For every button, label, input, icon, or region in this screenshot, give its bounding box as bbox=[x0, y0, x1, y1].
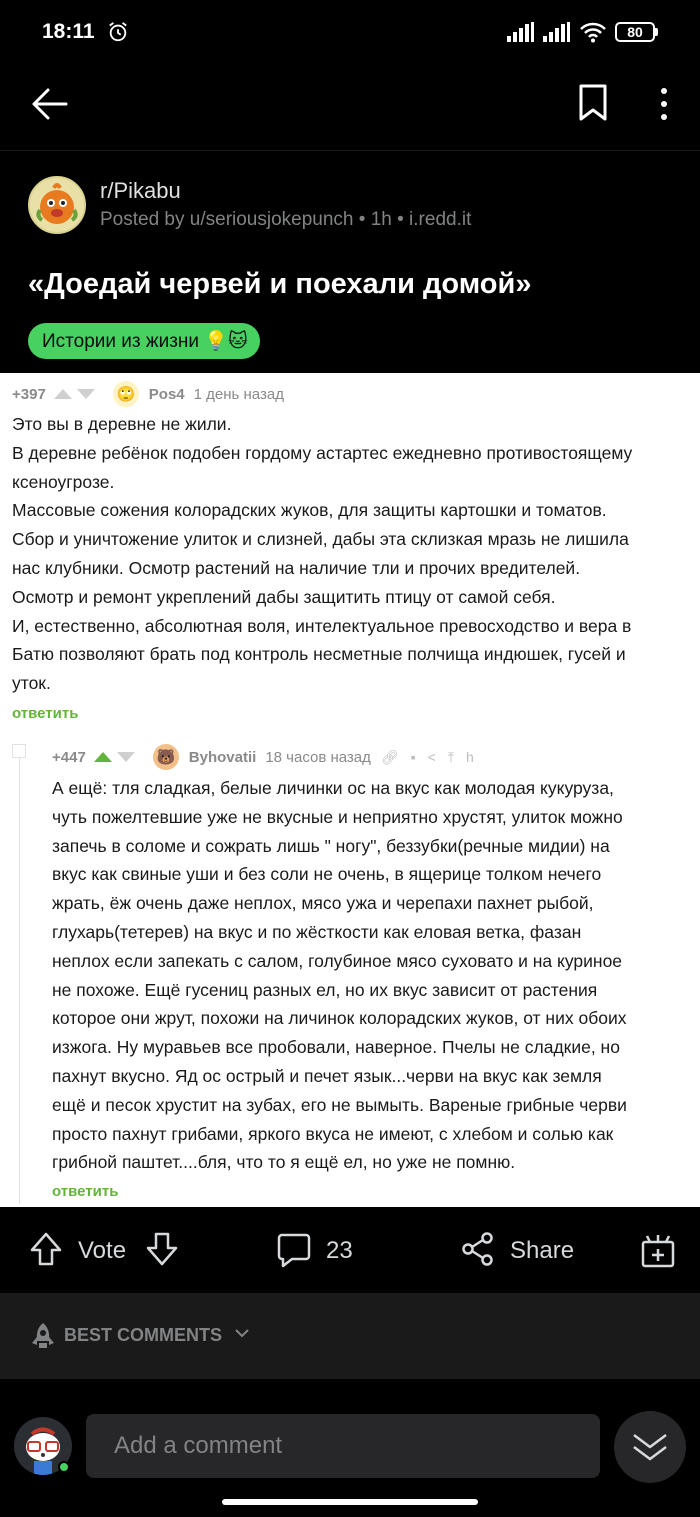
upvote-icon bbox=[53, 389, 72, 399]
share-icon[interactable] bbox=[460, 1231, 496, 1267]
link-icon: 🔗︎ bbox=[380, 748, 399, 765]
downvote-icon bbox=[76, 389, 95, 399]
comment-line: Это вы в деревне не жили. bbox=[12, 414, 232, 434]
wifi-icon bbox=[580, 22, 606, 43]
comment-line: А ещё: тля сладкая, белые личинки ос на … bbox=[52, 778, 614, 798]
comment-line: неплох если запекать с салом, голубиное … bbox=[52, 950, 623, 971]
post-title: «Доедай червей и поехали домой» bbox=[28, 268, 532, 300]
comment-line: запечь в соломе и сожрать лишь " ногу", … bbox=[52, 835, 610, 856]
chevron-down-icon[interactable] bbox=[234, 1327, 250, 1339]
thread-line bbox=[19, 758, 20, 1204]
comment-line: которое они жрут, похожи на личинок коло… bbox=[52, 1008, 627, 1029]
comment-composer: Add a comment bbox=[0, 1379, 700, 1517]
jump-up-icon: ⤒ bbox=[447, 748, 455, 765]
double-chevron-down-icon bbox=[633, 1434, 667, 1461]
battery-level: 80 bbox=[615, 22, 655, 42]
post-header: r/Pikabu Posted by u/seriousjokepunch • … bbox=[28, 176, 471, 234]
post-flair[interactable]: Истории из жизни 💡🐱 bbox=[28, 323, 260, 359]
battery-indicator: 80 bbox=[615, 22, 658, 42]
battery-tip bbox=[655, 28, 658, 36]
post-image[interactable]: +397 🙄 Pos4 1 день назад Это вы в деревн… bbox=[0, 373, 700, 1207]
divider bbox=[0, 150, 700, 151]
jump-to-next-button[interactable] bbox=[614, 1411, 686, 1483]
comment-line: Осмотр и ремонт укреплений дабы защитить… bbox=[12, 586, 556, 607]
status-time: 18:11 bbox=[42, 20, 95, 43]
comment-line: глухарь(тетерев) на вкус и по жёсткости … bbox=[52, 921, 582, 942]
subreddit-avatar[interactable] bbox=[28, 176, 86, 234]
sort-label[interactable]: BEST COMMENTS bbox=[64, 1325, 222, 1346]
rocket-icon bbox=[32, 1323, 54, 1348]
more-options-icon[interactable] bbox=[654, 84, 674, 124]
add-comment-input[interactable]: Add a comment bbox=[86, 1414, 600, 1478]
bookmark-icon[interactable] bbox=[578, 84, 608, 122]
comment-score: +397 bbox=[12, 385, 46, 403]
downvote-icon bbox=[116, 752, 135, 762]
app-bar bbox=[0, 64, 700, 150]
comment-time: 1 день назад bbox=[193, 385, 284, 403]
home-indicator[interactable] bbox=[222, 1499, 478, 1505]
comment-line: Массовые сожения колорадских жуков, для … bbox=[12, 500, 607, 521]
comment-line: жрать, ёж очень даже неплох, мясо ужа и … bbox=[52, 893, 594, 914]
comment-line: И, естественно, абсолютная воля, интелек… bbox=[12, 615, 632, 636]
share-label[interactable]: Share bbox=[510, 1237, 574, 1265]
downvote-icon[interactable] bbox=[144, 1231, 180, 1267]
reply-link: ответить bbox=[52, 1183, 119, 1200]
back-arrow-icon[interactable] bbox=[30, 84, 70, 124]
share-icon: < bbox=[427, 748, 436, 765]
signal-icon bbox=[507, 22, 534, 42]
avatar: 🐻 bbox=[152, 744, 179, 770]
signal-icon bbox=[543, 22, 570, 42]
comment-line: пахнут вкусно. Яд ос острый и печет язык… bbox=[52, 1065, 602, 1086]
upvote-icon[interactable] bbox=[28, 1231, 64, 1267]
comment-body: А ещё: тля сладкая, белые личинки ос на … bbox=[52, 774, 627, 1177]
comment-line: изжога. Ну муравьев все пробовали, навер… bbox=[52, 1037, 620, 1058]
comment-author: Byhovatii bbox=[188, 748, 257, 766]
comment-line: не похоже. Ещё гусениц разных ел, но их … bbox=[52, 979, 598, 1000]
upvote-icon bbox=[93, 752, 112, 762]
comment-line: просто пахнут грибами, яркого вкуса не и… bbox=[52, 1123, 614, 1144]
comment-line: чуть пожелтевшие уже не вкусные и неприя… bbox=[52, 806, 623, 827]
comment-line: ещё и песок хрустит на зубах, его не вым… bbox=[52, 1094, 627, 1115]
status-bar: 18:11 80 bbox=[0, 0, 700, 64]
alarm-icon bbox=[108, 22, 127, 42]
collapse-toggle bbox=[12, 744, 26, 758]
comment-score: +447 bbox=[52, 748, 86, 766]
subreddit-mascot-icon bbox=[36, 183, 78, 224]
comment-header: +397 🙄 Pos4 1 день назад bbox=[12, 381, 284, 407]
comment-icon[interactable] bbox=[276, 1231, 312, 1269]
comment-line: Батю позволяют брать под контроль несмет… bbox=[12, 644, 626, 665]
comment-line: уток. bbox=[12, 673, 51, 694]
reply-link: ответить bbox=[12, 705, 79, 722]
comments-count[interactable]: 23 bbox=[326, 1237, 353, 1265]
post-byline[interactable]: Posted by u/seriousjokepunch • 1h • i.re… bbox=[100, 209, 471, 231]
comment-line: грибной паштет....бля, что то я ещё ел, … bbox=[52, 1152, 516, 1173]
comment-sort-bar[interactable]: BEST COMMENTS bbox=[0, 1293, 700, 1379]
award-gift-icon[interactable] bbox=[640, 1231, 676, 1269]
avatar: 🙄 bbox=[112, 381, 139, 407]
branch-icon: h bbox=[466, 748, 474, 765]
comment-line: Сбор и уничтожение улиток и слизней, даб… bbox=[12, 529, 629, 550]
comment-line: В деревне ребёнок подобен гордому астарт… bbox=[12, 442, 633, 463]
comment-line: вкус как свиные уши и без соли не очень,… bbox=[52, 864, 602, 885]
online-status-dot bbox=[58, 1461, 70, 1473]
comment-author: Pos4 bbox=[148, 385, 185, 403]
comment-body: Это вы в деревне не жили. В деревне ребё… bbox=[12, 410, 632, 698]
comment-line: нас клубники. Осмотр растений на наличие… bbox=[12, 557, 581, 578]
comment-header: +447 🐻 Byhovatii 18 часов назад 🔗︎ ▪ < ⤒… bbox=[52, 744, 474, 770]
comment-tools: 🔗︎ ▪ < ⤒ h bbox=[381, 749, 474, 766]
post-action-bar: Vote 23 Share bbox=[0, 1207, 700, 1293]
subreddit-name[interactable]: r/Pikabu bbox=[100, 178, 471, 204]
comment-time: 18 часов назад bbox=[265, 748, 371, 766]
comment-line: ксеноугрозе. bbox=[12, 471, 115, 492]
save-icon: ▪ bbox=[410, 748, 416, 765]
vote-label: Vote bbox=[78, 1237, 127, 1264]
